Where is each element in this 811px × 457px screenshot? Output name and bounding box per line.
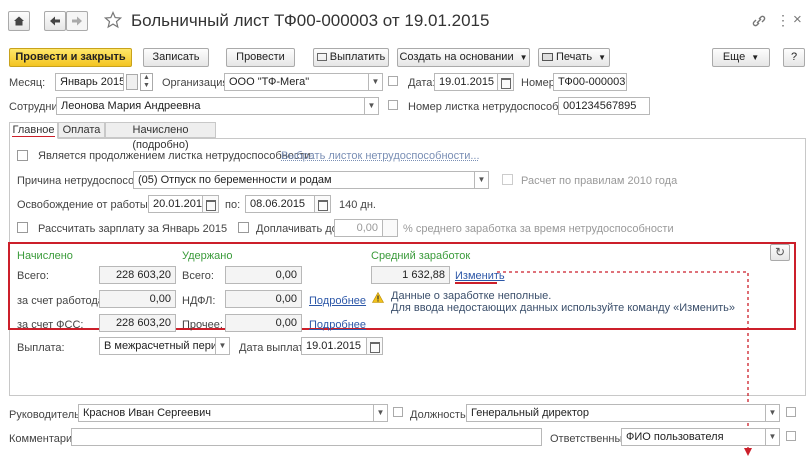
annotation-arrow: [497, 271, 752, 456]
open-icon[interactable]: [786, 407, 796, 417]
comment-input[interactable]: [71, 428, 542, 446]
payout-dropdown[interactable]: ▼: [216, 337, 230, 355]
payout-label: Выплата:: [17, 342, 65, 354]
position-dropdown[interactable]: ▼: [766, 404, 780, 422]
payout-date-input[interactable]: 19.01.2015: [301, 337, 367, 355]
responsible-dropdown[interactable]: ▼: [766, 428, 780, 446]
position-input[interactable]: Генеральный директор: [466, 404, 766, 422]
head-input[interactable]: Краснов Иван Сергеевич: [78, 404, 374, 422]
position-label: Должность:: [410, 409, 469, 421]
head-label: Руководитель:: [9, 409, 83, 421]
responsible-label: Ответственный:: [550, 433, 632, 445]
head-dropdown[interactable]: ▼: [374, 404, 388, 422]
responsible-input[interactable]: ФИО пользователя: [621, 428, 766, 446]
calendar-icon[interactable]: [367, 337, 383, 355]
open-icon[interactable]: [393, 407, 403, 417]
payout-input[interactable]: В межрасчетный период: [99, 337, 216, 355]
open-icon[interactable]: [786, 431, 796, 441]
